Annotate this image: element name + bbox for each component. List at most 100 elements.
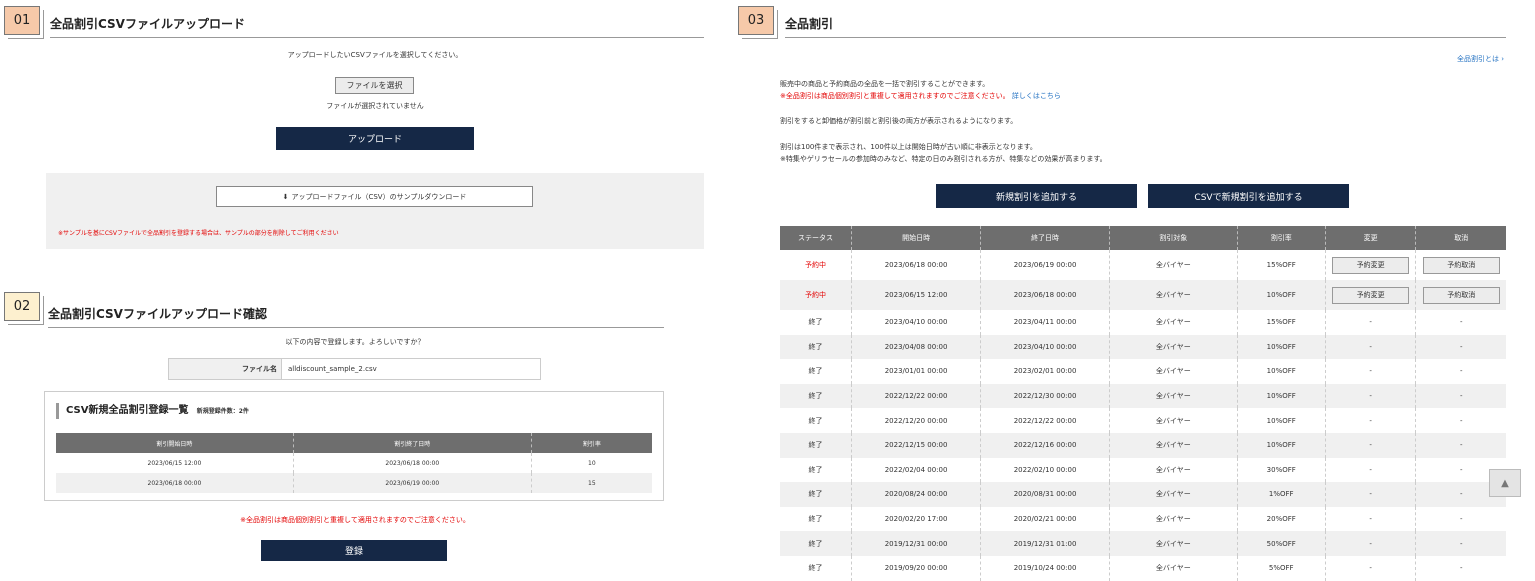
end-cell: 2022/12/22 00:00 (980, 408, 1111, 433)
rate-cell: 15%OFF (1237, 250, 1326, 280)
table-row: 終了 2023/04/10 00:00 2023/04/11 00:00 全バイ… (780, 310, 1506, 335)
col-header: 割引開始日時 (56, 433, 294, 453)
step-badge-02: 02 (4, 292, 40, 321)
add-discount-button[interactable]: 新規割引を追加する (936, 184, 1137, 208)
rate-cell: 15%OFF (1237, 310, 1326, 335)
reserve-change-button[interactable]: 予約変更 (1332, 256, 1410, 274)
cell: 2023/06/18 00:00 (293, 453, 532, 473)
change-cell: - (1325, 432, 1417, 458)
change-cell: 予約変更 (1325, 280, 1417, 310)
end-cell: 2020/02/21 00:00 (980, 506, 1111, 532)
target-cell: 全バイヤー (1109, 408, 1238, 433)
table-row: 終了 2023/01/01 00:00 2023/02/01 00:00 全バイ… (780, 359, 1506, 384)
table-row: 2023/06/15 12:00 2023/06/18 00:00 10 (56, 453, 652, 473)
change-cell: - (1325, 555, 1417, 581)
status-cell: 終了 (780, 408, 853, 433)
status-cell: 終了 (780, 482, 853, 507)
rate-cell: 10%OFF (1237, 280, 1326, 310)
confirm-text: 以下の内容で登録します。よろしいですか？ (285, 338, 425, 346)
description-block: 販売中の商品と予約商品の全品を一括で割引することができます。 ※全品割引は商品個… (780, 78, 1061, 102)
start-cell: 2023/01/01 00:00 (851, 359, 982, 384)
add-csv-discount-button[interactable]: CSVで新規割引を追加する (1148, 184, 1349, 208)
sample-download-button[interactable]: ⬇ アップロードファイル（CSV）のサンプルダウンロード (216, 186, 533, 207)
help-link[interactable]: 全品割引とは › (1457, 54, 1504, 64)
step-badge-03: 03 (738, 6, 774, 35)
cancel-cell: - (1459, 515, 1463, 524)
rate-cell: 50%OFF (1237, 531, 1326, 556)
rate-cell: 30%OFF (1237, 457, 1326, 483)
col-header: 割引率 (531, 433, 652, 453)
cell: 2023/06/18 00:00 (56, 473, 294, 493)
change-cell: - (1325, 383, 1417, 409)
start-cell: 2023/06/15 12:00 (851, 280, 982, 310)
end-cell: 2022/02/10 00:00 (980, 457, 1111, 483)
start-cell: 2019/09/20 00:00 (851, 555, 982, 581)
col-header-change: 変更 (1325, 226, 1417, 250)
target-cell: 全バイヤー (1109, 250, 1238, 280)
end-cell: 2023/04/10 00:00 (980, 334, 1111, 360)
choose-file-button[interactable]: ファイルを選択 (335, 77, 414, 94)
table-row: 終了 2023/04/08 00:00 2023/04/10 00:00 全バイ… (780, 334, 1506, 360)
scroll-to-top-button[interactable]: ▲ (1489, 469, 1521, 497)
target-cell: 全バイヤー (1109, 334, 1238, 360)
file-name-row: ファイル名 alldiscount_sample_2.csv (168, 358, 541, 380)
table-row: 予約中 2023/06/18 00:00 2023/06/19 00:00 全バ… (780, 250, 1506, 280)
start-cell: 2023/04/10 00:00 (851, 310, 982, 335)
cancel-cell: - (1459, 318, 1463, 327)
csv-list-table: 割引開始日時 割引終了日時 割引率 2023/06/15 12:00 2023/… (56, 433, 652, 493)
reserve-cancel-button[interactable]: 予約取消 (1422, 286, 1500, 304)
section-title-discount: 全品割引 (785, 15, 1506, 38)
start-cell: 2020/02/20 17:00 (851, 506, 982, 532)
rate-cell: 10%OFF (1237, 383, 1326, 409)
sample-download-panel (46, 173, 704, 249)
target-cell: 全バイヤー (1109, 506, 1238, 532)
caret-up-icon: ▲ (1501, 477, 1509, 489)
start-cell: 2023/04/08 00:00 (851, 334, 982, 360)
col-header-cancel: 取消 (1415, 226, 1506, 250)
status-cell: 予約中 (780, 250, 853, 280)
change-cell: 予約変更 (1325, 250, 1417, 280)
upload-button[interactable]: アップロード (276, 127, 474, 150)
cell: 2023/06/19 00:00 (293, 473, 532, 493)
cancel-cell: - (1459, 564, 1463, 573)
file-name-value: alldiscount_sample_2.csv (288, 365, 377, 373)
reserve-cancel-button[interactable]: 予約取消 (1422, 256, 1500, 274)
table-row: 終了 2019/09/20 00:00 2019/10/24 00:00 全バイ… (780, 555, 1506, 581)
rate-cell: 10%OFF (1237, 432, 1326, 458)
csv-list-heading: CSV新規全品割引登録一覧 新規登録件数：2件 (56, 403, 249, 419)
detail-link[interactable]: 詳しくはこちら (1012, 92, 1061, 100)
table-row: 終了 2020/02/20 17:00 2020/02/21 00:00 全バイ… (780, 506, 1506, 532)
end-cell: 2019/10/24 00:00 (980, 555, 1111, 581)
table-row: 予約中 2023/06/15 12:00 2023/06/18 00:00 全バ… (780, 280, 1506, 310)
target-cell: 全バイヤー (1109, 555, 1238, 581)
cancel-cell: 予約取消 (1416, 250, 1506, 280)
rate-cell: 20%OFF (1237, 506, 1326, 532)
end-cell: 2023/06/19 00:00 (980, 250, 1111, 280)
status-cell: 終了 (780, 506, 853, 532)
status-cell: 終了 (780, 334, 853, 360)
description-line: 割引をすると卸価格が割引前と割引後の両方が表示されるようになります。 (780, 117, 1018, 125)
change-cell: - (1325, 408, 1417, 433)
change-cell: - (1325, 310, 1417, 335)
start-cell: 2022/02/04 00:00 (851, 457, 982, 483)
end-cell: 2019/12/31 01:00 (980, 531, 1111, 556)
status-cell: 予約中 (780, 280, 853, 310)
status-cell: 終了 (780, 457, 853, 483)
change-cell: - (1325, 359, 1417, 384)
end-cell: 2023/04/11 00:00 (980, 310, 1111, 335)
section-title-upload: 全品割引CSVファイルアップロード (50, 15, 704, 38)
discount-table: ステータス 開始日時 終了日時 割引対象 割引率 変更 取消 予約中 2023/… (780, 226, 1506, 581)
csv-list-title: CSV新規全品割引登録一覧 (66, 405, 189, 416)
end-cell: 2020/08/31 00:00 (980, 482, 1111, 507)
section-title-confirm: 全品割引CSVファイルアップロード確認 (48, 305, 664, 328)
register-button[interactable]: 登録 (261, 540, 447, 561)
cell: 2023/06/15 12:00 (56, 453, 294, 473)
target-cell: 全バイヤー (1109, 531, 1238, 556)
col-header: 割引終了日時 (293, 433, 532, 453)
target-cell: 全バイヤー (1109, 457, 1238, 483)
change-cell: - (1325, 334, 1417, 360)
change-cell: - (1325, 457, 1417, 483)
rate-cell: 5%OFF (1237, 555, 1326, 581)
reserve-change-button[interactable]: 予約変更 (1332, 286, 1410, 304)
download-icon: ⬇ (282, 192, 289, 201)
